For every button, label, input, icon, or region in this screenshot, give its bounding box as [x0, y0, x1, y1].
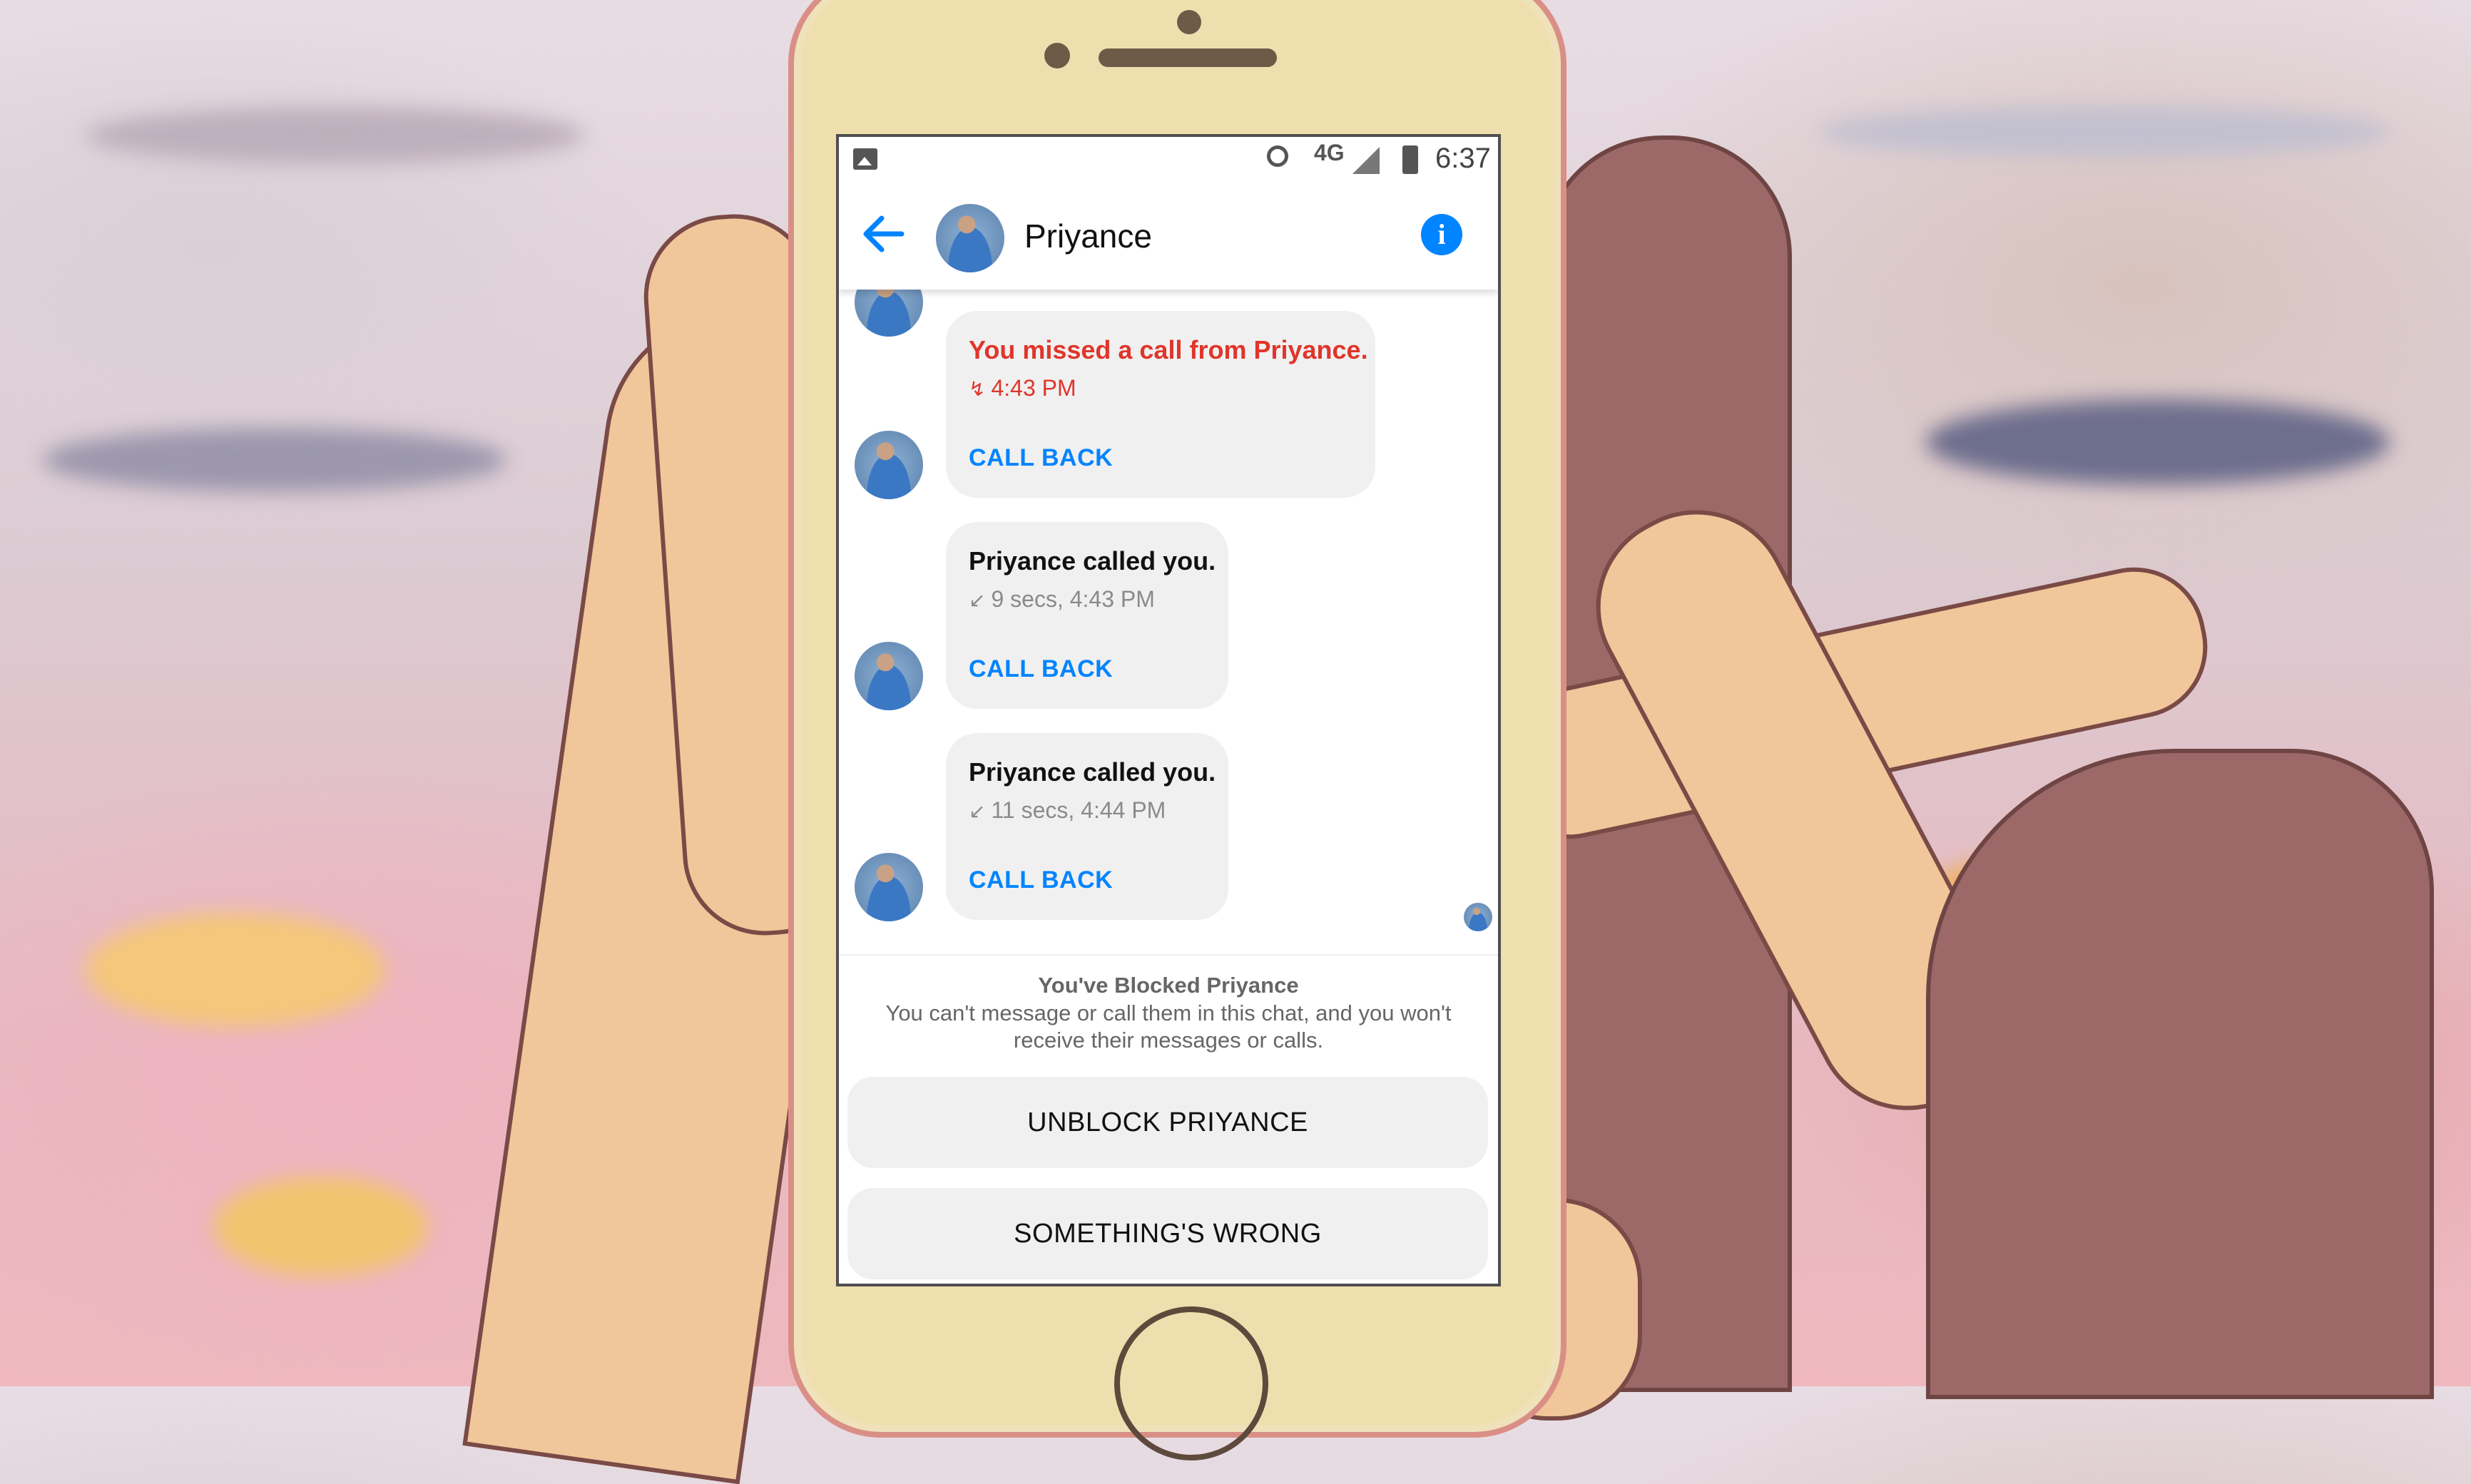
missed-call-arrow-icon: ↯ — [969, 378, 986, 400]
call-time: 4:43 PM — [991, 375, 1076, 401]
chat-header: Priyance i — [839, 181, 1498, 290]
call-back-button[interactable]: CALL BACK — [969, 866, 1113, 894]
call-title: You missed a call from Priyance. — [969, 335, 1368, 364]
status-bar: 4G 6:37 — [839, 137, 1498, 181]
call-title: Priyance called you. — [969, 757, 1216, 787]
incoming-call-arrow-icon: ↙ — [969, 589, 986, 611]
contact-name[interactable]: Priyance — [1024, 217, 1152, 255]
call-meta: ↙ 9 secs, 4:43 PM — [969, 586, 1206, 613]
seen-indicator-avatar — [1464, 903, 1492, 931]
phone-screen: 4G 6:37 Priyance i You missed a call fro… — [836, 134, 1501, 1286]
blocked-title: You've Blocked Priyance — [1038, 973, 1299, 998]
incoming-call-bubble: Priyance called you. ↙ 11 secs, 4:44 PM C… — [946, 733, 1228, 920]
something-wrong-button[interactable]: SOMETHING'S WRONG — [847, 1188, 1488, 1279]
call-meta: ↯ 4:43 PM — [969, 375, 1352, 401]
incoming-call-bubble: Priyance called you. ↙ 9 secs, 4:43 PM CA… — [946, 522, 1228, 709]
home-button[interactable] — [1114, 1306, 1268, 1460]
info-icon[interactable]: i — [1421, 214, 1462, 255]
call-duration-time: 9 secs, 4:43 PM — [991, 586, 1155, 612]
call-back-button[interactable]: CALL BACK — [969, 444, 1113, 472]
missed-call-bubble: You missed a call from Priyance. ↯ 4:43 P… — [946, 311, 1375, 498]
network-type: 4G — [1314, 140, 1345, 165]
alarm-icon — [1267, 145, 1288, 167]
call-meta: ↙ 11 secs, 4:44 PM — [969, 797, 1206, 824]
front-camera — [1044, 43, 1070, 68]
status-time: 6:37 — [1435, 143, 1491, 174]
contact-avatar[interactable] — [936, 204, 1004, 272]
battery-icon — [1402, 145, 1418, 174]
sender-avatar — [855, 642, 923, 710]
call-duration-time: 11 secs, 4:44 PM — [991, 797, 1166, 823]
incoming-call-arrow-icon: ↙ — [969, 800, 986, 822]
signal-icon — [1352, 147, 1380, 174]
front-sensor — [1177, 10, 1201, 34]
call-title: Priyance called you. — [969, 546, 1216, 575]
blocked-notice: You've Blocked Priyance You can't messag… — [839, 954, 1498, 1284]
gallery-icon — [853, 148, 877, 170]
earpiece-speaker — [1099, 48, 1277, 67]
unblock-button[interactable]: UNBLOCK PRIYANCE — [847, 1077, 1488, 1168]
arrow-left-icon[interactable] — [860, 214, 906, 254]
message-list: You missed a call from Priyance. ↯ 4:43 P… — [839, 268, 1498, 946]
sender-avatar — [855, 853, 923, 921]
call-back-button[interactable]: CALL BACK — [969, 655, 1113, 683]
sender-avatar — [855, 431, 923, 499]
blocked-description: You can't message or call them in this c… — [885, 1001, 1452, 1053]
